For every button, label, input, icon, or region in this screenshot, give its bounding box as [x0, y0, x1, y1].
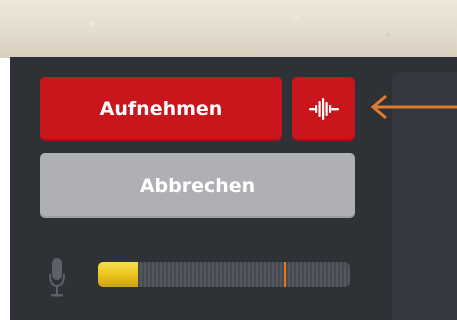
cancel-button-label: Abbrechen	[139, 174, 256, 197]
level-meter-fill	[98, 262, 139, 287]
audio-level-meter	[98, 262, 350, 287]
microphone-icon	[49, 258, 65, 297]
record-button-label: Aufnehmen	[99, 98, 223, 120]
record-button[interactable]: Aufnehmen	[40, 77, 282, 141]
audio-waveform-icon	[308, 98, 339, 120]
level-meter-peak-marker	[284, 262, 287, 287]
arrow-left-icon	[370, 94, 457, 120]
cancel-button[interactable]: Abbrechen	[40, 153, 355, 218]
waveform-button[interactable]	[292, 77, 355, 141]
background-texture	[0, 0, 457, 58]
